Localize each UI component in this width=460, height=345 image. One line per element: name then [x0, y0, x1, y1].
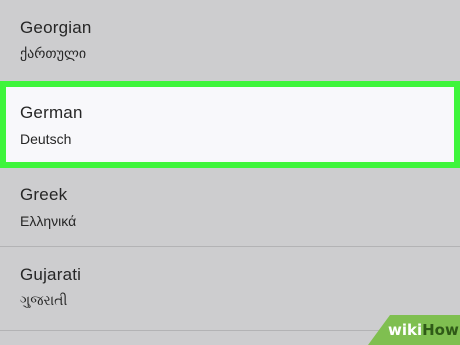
language-name: Georgian [20, 18, 92, 37]
list-item-georgian[interactable]: Georgian ქართული [0, 0, 460, 81]
language-list: Georgian ქართული German Deutsch Greek Ελ… [0, 0, 460, 345]
list-item-german[interactable]: German Deutsch [0, 81, 460, 168]
language-native-name: Deutsch [20, 131, 72, 147]
list-item-greek[interactable]: Greek Ελληνικά [0, 168, 460, 246]
language-name: Greek [20, 185, 68, 204]
watermark-how-text: How [422, 321, 459, 339]
watermark-wiki-text: wiki [388, 321, 423, 339]
language-native-name: ગુજરાતી [20, 292, 68, 308]
wikihow-watermark: wikiHow [368, 315, 460, 345]
language-name: Gujarati [20, 265, 82, 284]
language-name: German [20, 103, 83, 122]
language-native-name: ქართული [20, 45, 87, 61]
language-native-name: Ελληνικά [20, 213, 77, 229]
